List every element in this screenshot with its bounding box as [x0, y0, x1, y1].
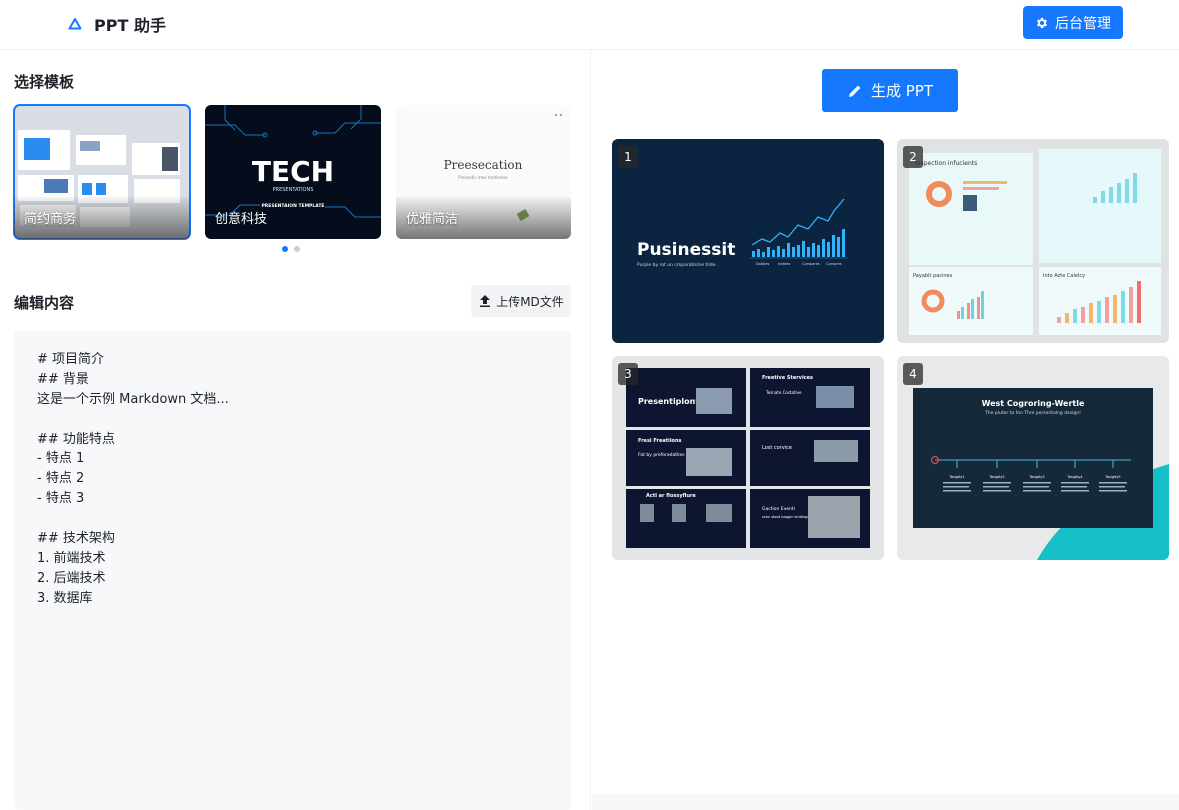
editor-line: ## 技术架构: [37, 531, 115, 547]
carousel-dots: [282, 246, 300, 252]
brand[interactable]: PPT 助手: [68, 12, 166, 36]
template-section-title: 选择模板: [14, 73, 75, 91]
editor-line: ## 功能特点: [37, 431, 115, 447]
slide-3-panel-d: Fot by preforadatlies: [638, 452, 685, 458]
slide-3-panel-e: Lost corvice: [762, 445, 792, 451]
slide-preview-1[interactable]: 1 Pusinessit Purple by rot un cmparatism…: [612, 139, 884, 343]
slide-4-title: West Cogroring-Wertle: [982, 399, 1085, 408]
left-panel: 选择模板 简约商务 TECH PRESENTATIONS PRESENTAION…: [0, 50, 591, 810]
upload-label: 上传MD文件: [496, 294, 564, 309]
editor-line: - 特点 2: [37, 471, 85, 487]
editor-line: # 项目简介: [37, 352, 105, 367]
template-label: 优雅简洁: [406, 212, 459, 227]
editor-line: 2. 后端技术: [37, 570, 106, 586]
editor-line: ## 背景: [37, 371, 89, 387]
slide-1-axis-label: Indttes: [778, 262, 790, 266]
slide-2-panel-a-title: Payablt pacines: [913, 273, 953, 279]
slide-2-graphic: Inspection infucients Payablt pacines In…: [909, 149, 1161, 335]
template-card-elegant[interactable]: Preesecation Presentic mee tentiertee 优雅…: [396, 105, 571, 239]
slide-preview-4[interactable]: 4 West Cogroring-Wertle The piuter to fo…: [897, 356, 1169, 560]
slide-3-panel-f: Actl ar flossyflure: [646, 493, 696, 499]
slide-3-panel-g: Gaction Eventi: [762, 506, 795, 512]
slide-4-step: Tosigity5: [1104, 475, 1120, 479]
slide-1-title: Pusinessit: [637, 240, 735, 260]
admin-button[interactable]: 后台管理: [1023, 6, 1123, 39]
template-label: 简约商务: [24, 212, 77, 227]
right-panel: 生成 PPT 1 Pusinessit Purple by rot un cmp…: [592, 50, 1179, 810]
slide-4-graphic: West Cogroring-Wertle The piuter to fon …: [913, 388, 1169, 560]
upload-md-button[interactable]: 上传MD文件: [471, 285, 571, 317]
slide-3-panel-b: Tesnate Costative: [765, 390, 802, 395]
slide-preview-2[interactable]: 2 Inspection infucients Payablt pacines …: [897, 139, 1169, 343]
slide-3-title: Presentiplont: [638, 397, 699, 406]
slide-preview-3[interactable]: 3 Presentiplont Freetive Stervices Tesna…: [612, 356, 884, 560]
slide-4-step: Tosigity2: [988, 475, 1004, 479]
top-bar: PPT 助手 后台管理: [0, 0, 1179, 50]
slide-1-graphic: Pusinessit Purple by rot un cmparatisme …: [637, 198, 848, 268]
slide-1-axis-label: Compares: [802, 262, 820, 266]
preview-footer-strip: [592, 794, 1179, 810]
slide-2-title: Inspection infucients: [915, 160, 977, 167]
editor-line: 3. 数据库: [37, 590, 93, 606]
editor-line: 1. 前端技术: [37, 550, 106, 566]
slide-number: 3: [618, 363, 638, 385]
triangle-logo-icon: [68, 18, 82, 30]
slide-2-panel-b-title: Into Azte Calelcy: [1043, 273, 1085, 279]
tech-cover-subtitle: PRESENTATIONS: [273, 187, 314, 193]
slide-1-axis-label: Dotibes: [756, 262, 770, 266]
slide-3-panel-a: Freetive Stervices: [762, 375, 813, 381]
slide-1-subtitle: Purple by rot un cmparatisme tilde.: [637, 262, 717, 268]
slide-number: 4: [903, 363, 923, 385]
template-card-business[interactable]: 简约商务: [13, 104, 191, 240]
tech-cover-caption: PRESENTAION TEMPLATE: [261, 203, 324, 209]
editor-line: - 特点 1: [37, 451, 85, 467]
slide-3-graphic: Presentiplont Freetive Stervices Tesnate…: [626, 368, 870, 548]
slide-4-step: Tosigity3: [1028, 475, 1044, 479]
tech-cover-title: TECH: [252, 155, 334, 188]
generate-ppt-button[interactable]: 生成 PPT: [822, 69, 958, 112]
slide-4-step: Tosigity1: [948, 475, 964, 479]
admin-label: 后台管理: [1055, 15, 1111, 32]
slide-4-subtitle: The piuter to fon Thre persentalng desig…: [984, 410, 1081, 416]
elegant-cover-subtitle: Presentic mee tentiertee: [458, 175, 508, 180]
template-card-tech[interactable]: TECH PRESENTATIONS PRESENTAION TEMPLATE …: [205, 105, 381, 239]
markdown-editor[interactable]: # 项目简介 ## 背景 这是一个示例 Markdown 文档... ## 功能…: [14, 331, 571, 810]
editor-line: - 特点 3: [37, 491, 85, 507]
slide-1-axis-label: Compres: [826, 262, 842, 266]
app-title: PPT 助手: [94, 16, 166, 35]
slide-4-step: Tosigity4: [1066, 475, 1083, 479]
editor-line: 这是一个示例 Markdown 文档...: [37, 391, 229, 407]
slide-number: 2: [903, 146, 923, 168]
generate-label: 生成 PPT: [870, 82, 934, 100]
slide-number: 1: [618, 146, 638, 168]
carousel-dot-2[interactable]: [294, 246, 300, 252]
pencil-icon: [848, 85, 861, 97]
gear-icon: [1036, 17, 1048, 28]
editor-section-title: 编辑内容: [14, 294, 75, 312]
carousel-dot-1[interactable]: [282, 246, 288, 252]
slide-3-panel-c: Fresi Freatiions: [638, 438, 682, 444]
template-label: 创意科技: [215, 212, 268, 227]
elegant-cover-title: Preesecation: [444, 158, 523, 172]
upload-icon: [480, 295, 491, 307]
